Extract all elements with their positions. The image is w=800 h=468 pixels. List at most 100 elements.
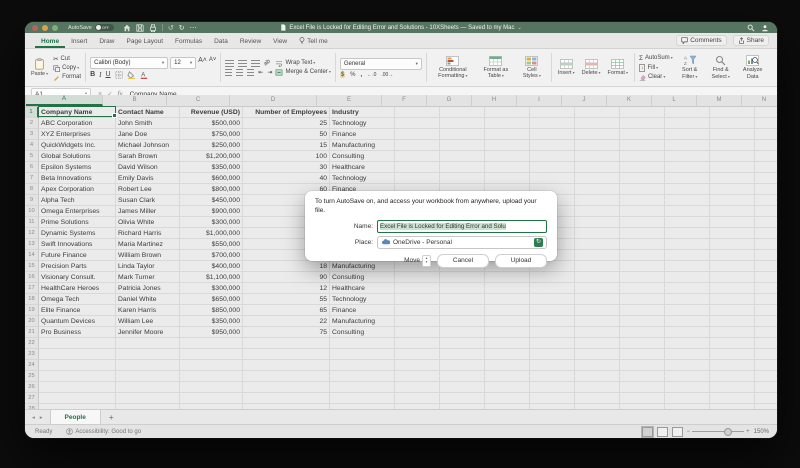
page-layout-view-icon[interactable] bbox=[657, 427, 668, 437]
upload-button[interactable]: Upload bbox=[495, 254, 547, 268]
autosum-button[interactable]: ΣAutoSum bbox=[639, 55, 673, 62]
column-header-d[interactable]: D bbox=[230, 95, 317, 106]
zoom-knob[interactable] bbox=[724, 428, 732, 436]
cell-C27[interactable] bbox=[180, 393, 243, 404]
cell-F24[interactable] bbox=[395, 360, 440, 371]
cell-A10[interactable]: Omega Enterprises bbox=[39, 206, 116, 217]
row-header-14[interactable]: 14 bbox=[25, 250, 39, 261]
cell-E1[interactable]: Industry bbox=[330, 107, 395, 118]
cell-B16[interactable]: Mark Turner bbox=[116, 272, 180, 283]
cell-J17[interactable] bbox=[575, 283, 620, 294]
cell-C1[interactable]: Revenue (USD) bbox=[180, 107, 243, 118]
print-icon[interactable] bbox=[149, 24, 157, 32]
cell-J9[interactable] bbox=[575, 195, 620, 206]
row-header-16[interactable]: 16 bbox=[25, 272, 39, 283]
cell-B21[interactable]: Jennifer Moore bbox=[116, 327, 180, 338]
more-commands-icon[interactable]: ⋯ bbox=[190, 24, 198, 32]
cell-A3[interactable]: XYZ Enterprises bbox=[39, 129, 116, 140]
format-as-table-button[interactable]: Format as Table bbox=[478, 56, 514, 80]
cell-D1[interactable]: Number of Employees bbox=[243, 107, 330, 118]
cell-F4[interactable] bbox=[395, 140, 440, 151]
align-right-icon[interactable] bbox=[247, 69, 254, 76]
cell-C13[interactable]: $550,000 bbox=[180, 239, 243, 250]
cell-H20[interactable] bbox=[485, 316, 530, 327]
cell-N1[interactable] bbox=[755, 107, 777, 118]
cell-M10[interactable] bbox=[710, 206, 755, 217]
cell-A2[interactable]: ABC Corporation bbox=[39, 118, 116, 129]
row-header-19[interactable]: 19 bbox=[25, 305, 39, 316]
cell-M11[interactable] bbox=[710, 217, 755, 228]
copy-button[interactable]: Copy bbox=[53, 65, 81, 72]
row-header-22[interactable]: 22 bbox=[25, 338, 39, 349]
cell-L23[interactable] bbox=[665, 349, 710, 360]
cell-J6[interactable] bbox=[575, 162, 620, 173]
cell-A27[interactable] bbox=[39, 393, 116, 404]
cell-C3[interactable]: $750,000 bbox=[180, 129, 243, 140]
cell-N7[interactable] bbox=[755, 173, 777, 184]
cell-A9[interactable]: Alpha Tech bbox=[39, 195, 116, 206]
cell-C8[interactable]: $800,000 bbox=[180, 184, 243, 195]
increase-indent-icon[interactable]: ⇥ bbox=[267, 69, 272, 76]
cell-H4[interactable] bbox=[485, 140, 530, 151]
cell-L8[interactable] bbox=[665, 184, 710, 195]
cell-K9[interactable] bbox=[620, 195, 665, 206]
cell-B15[interactable]: Linda Taylor bbox=[116, 261, 180, 272]
accessibility-status[interactable]: Accessibility: Good to go bbox=[66, 428, 141, 435]
cell-G22[interactable] bbox=[440, 338, 485, 349]
cell-G6[interactable] bbox=[440, 162, 485, 173]
cell-C23[interactable] bbox=[180, 349, 243, 360]
cell-A11[interactable]: Prime Solutions bbox=[39, 217, 116, 228]
cell-C15[interactable]: $400,000 bbox=[180, 261, 243, 272]
cell-A20[interactable]: Quantum Devices bbox=[39, 316, 116, 327]
cell-F6[interactable] bbox=[395, 162, 440, 173]
analyze-data-button[interactable]: Analyze Data bbox=[738, 55, 768, 80]
autosave-control[interactable]: AutoSave OFF bbox=[68, 24, 114, 31]
cell-D4[interactable]: 15 bbox=[243, 140, 330, 151]
cell-M4[interactable] bbox=[710, 140, 755, 151]
cell-L14[interactable] bbox=[665, 250, 710, 261]
cell-E2[interactable]: Technology bbox=[330, 118, 395, 129]
share-button[interactable]: Share bbox=[733, 35, 769, 46]
cell-L16[interactable] bbox=[665, 272, 710, 283]
tab-data[interactable]: Data bbox=[208, 38, 234, 48]
column-header-h[interactable]: H bbox=[472, 95, 517, 106]
clear-button[interactable]: Clear bbox=[639, 74, 673, 81]
cell-F20[interactable] bbox=[395, 316, 440, 327]
cell-H16[interactable] bbox=[485, 272, 530, 283]
cell-N23[interactable] bbox=[755, 349, 777, 360]
cell-B2[interactable]: John Smith bbox=[116, 118, 180, 129]
tab-draw[interactable]: Draw bbox=[93, 38, 120, 48]
cell-H26[interactable] bbox=[485, 382, 530, 393]
cell-D18[interactable]: 55 bbox=[243, 294, 330, 305]
cell-B20[interactable]: William Lee bbox=[116, 316, 180, 327]
tab-insert[interactable]: Insert bbox=[65, 38, 93, 48]
tab-home[interactable]: Home bbox=[35, 38, 65, 48]
column-header-m[interactable]: M bbox=[697, 95, 742, 106]
cell-K14[interactable] bbox=[620, 250, 665, 261]
cell-B5[interactable]: Sarah Brown bbox=[116, 151, 180, 162]
cell-F16[interactable] bbox=[395, 272, 440, 283]
cell-E23[interactable] bbox=[330, 349, 395, 360]
cell-I6[interactable] bbox=[530, 162, 575, 173]
cell-F1[interactable] bbox=[395, 107, 440, 118]
cell-E6[interactable]: Healthcare bbox=[330, 162, 395, 173]
format-cells-button[interactable]: Format bbox=[606, 59, 630, 76]
cell-I3[interactable] bbox=[530, 129, 575, 140]
cell-A7[interactable]: Beta Innovations bbox=[39, 173, 116, 184]
cell-A4[interactable]: QuickWidgets Inc. bbox=[39, 140, 116, 151]
cell-M17[interactable] bbox=[710, 283, 755, 294]
cell-D3[interactable]: 50 bbox=[243, 129, 330, 140]
cell-G17[interactable] bbox=[440, 283, 485, 294]
cell-L10[interactable] bbox=[665, 206, 710, 217]
percent-button[interactable]: % bbox=[350, 72, 355, 78]
cell-B19[interactable]: Karen Harris bbox=[116, 305, 180, 316]
insert-cells-button[interactable]: Insert bbox=[556, 59, 577, 76]
cell-M27[interactable] bbox=[710, 393, 755, 404]
cell-N20[interactable] bbox=[755, 316, 777, 327]
save-icon[interactable] bbox=[136, 24, 144, 32]
cell-L4[interactable] bbox=[665, 140, 710, 151]
cell-B18[interactable]: Daniel White bbox=[116, 294, 180, 305]
cell-I16[interactable] bbox=[530, 272, 575, 283]
cell-M12[interactable] bbox=[710, 228, 755, 239]
row-header-27[interactable]: 27 bbox=[25, 393, 39, 404]
